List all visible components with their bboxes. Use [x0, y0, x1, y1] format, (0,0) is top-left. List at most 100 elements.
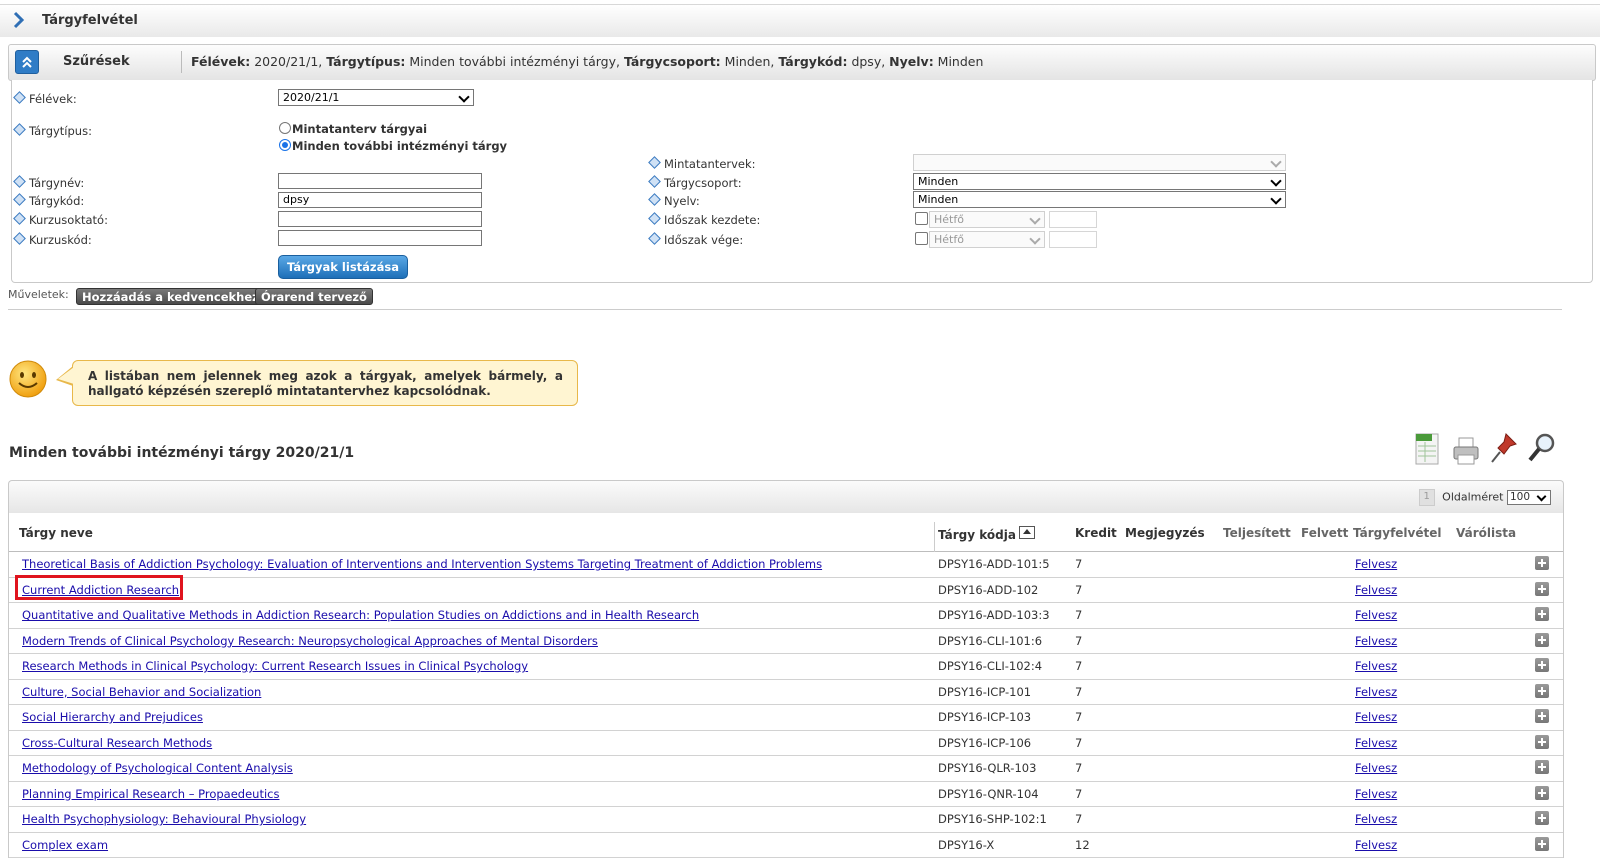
credit: 7	[1075, 684, 1083, 699]
plus-icon[interactable]	[1535, 709, 1549, 723]
subject-code: DPSY16-SHP-102:1	[938, 812, 1047, 826]
col-megjegyzes[interactable]: Megjegyzés	[1125, 526, 1205, 540]
credit: 7	[1075, 812, 1083, 826]
col-varolista[interactable]: Várólista	[1456, 526, 1516, 540]
col-kredit[interactable]: Kredit	[1075, 526, 1117, 540]
kurzuskod-input[interactable]	[278, 230, 482, 246]
collapse-filters-button[interactable]	[15, 50, 39, 74]
plus-icon[interactable]	[1535, 632, 1549, 647]
subject-name-link[interactable]: Quantitative and Qualitative Methods in …	[22, 608, 699, 622]
grid-toolbar: 1 Oldalméret 100	[8, 480, 1564, 513]
subject-name-link[interactable]: Research Methods in Clinical Psychology:…	[22, 659, 528, 673]
enroll-link[interactable]: Felvesz	[1355, 583, 1397, 597]
kurzusoktato-label: Kurzusoktató:	[13, 212, 108, 227]
page-size-label: Oldalméret	[1442, 490, 1504, 504]
enroll-link[interactable]: Felvesz	[1355, 761, 1397, 775]
enroll-link[interactable]: Felvesz	[1355, 710, 1397, 724]
idoszak-vege-day-select[interactable]: Hétfő	[929, 231, 1045, 248]
smiley-icon	[9, 360, 47, 398]
add-favorites-button[interactable]: Hozzáadás a kedvencekhez	[76, 288, 265, 305]
subject-name-link[interactable]: Culture, Social Behavior and Socializati…	[22, 685, 261, 699]
table-row: Planning Empirical Research – Propaedeut…	[9, 782, 1563, 807]
pin-icon[interactable]	[1488, 430, 1520, 468]
summary-key: Tárgycsoport:	[623, 54, 721, 69]
enroll-link[interactable]: Felvesz	[1355, 812, 1397, 826]
summary-value: Minden további intézményi tárgy,	[405, 54, 624, 69]
enroll-link[interactable]: Felvesz	[1355, 685, 1397, 699]
enroll-link[interactable]: Felvesz	[1355, 608, 1397, 622]
summary-value: dpsy,	[847, 54, 890, 69]
credit: 12	[1075, 837, 1090, 852]
enroll-link[interactable]: Felvesz	[1355, 557, 1397, 571]
page-size-select[interactable]: 100	[1507, 490, 1551, 505]
subject-name-link[interactable]: Health Psychophysiology: Behavioural Phy…	[22, 812, 306, 826]
sort-ascending-icon[interactable]	[1018, 526, 1035, 539]
timetable-planner-button[interactable]: Órarend tervező	[255, 288, 373, 305]
divider	[8, 309, 1562, 310]
plus-icon[interactable]	[1535, 658, 1549, 672]
subject-name-link[interactable]: Cross-Cultural Research Methods	[22, 736, 212, 750]
header-divider	[181, 51, 182, 73]
enroll-link[interactable]: Felvesz	[1355, 659, 1397, 673]
plus-icon[interactable]	[1535, 581, 1549, 596]
col-targy-neve[interactable]: Tárgy neve	[19, 526, 93, 540]
col-targyfelvetel[interactable]: Tárgyfelvétel	[1353, 526, 1442, 540]
targynev-input[interactable]	[278, 173, 482, 189]
table-row: Social Hierarchy and Prejudices DPSY16-I…	[9, 705, 1563, 731]
filter-summary: Félévek: 2020/21/1, Tárgytípus: Minden t…	[191, 54, 983, 69]
subject-name-link[interactable]: Modern Trends of Clinical Psychology Res…	[22, 634, 598, 648]
enroll-link[interactable]: Felvesz	[1355, 787, 1397, 801]
plus-icon[interactable]	[1535, 683, 1549, 698]
subject-name-link[interactable]: Planning Empirical Research – Propaedeut…	[22, 787, 279, 801]
felevek-select[interactable]: 2020/21/1	[278, 89, 474, 106]
enroll-link[interactable]: Felvesz	[1355, 634, 1397, 648]
subject-code: DPSY16-CLI-101:6	[938, 633, 1043, 648]
list-subjects-button[interactable]: Tárgyak listázása	[278, 255, 408, 279]
pager: 1 Oldalméret 100	[1418, 489, 1551, 506]
targycsoport-select[interactable]: Minden	[913, 173, 1286, 190]
plus-icon[interactable]	[1535, 556, 1549, 570]
kurzusoktato-input[interactable]	[278, 211, 482, 227]
mintatantervek-select[interactable]	[913, 154, 1286, 171]
col-teljesitett[interactable]: Teljesített	[1223, 526, 1291, 540]
plus-icon[interactable]	[1535, 785, 1549, 800]
enroll-link[interactable]: Felvesz	[1355, 838, 1397, 852]
subject-name-link[interactable]: Complex exam	[22, 838, 108, 852]
nyelv-label: Nyelv:	[648, 193, 700, 208]
subject-name-link[interactable]: Social Hierarchy and Prejudices	[22, 710, 203, 724]
enroll-link[interactable]: Felvesz	[1355, 736, 1397, 750]
filter-header: Szűrések Félévek: 2020/21/1, Tárgytípus:…	[8, 44, 1596, 81]
radio-minden[interactable]: Minden további intézményi tárgy	[279, 139, 507, 153]
diamond-icon	[648, 156, 661, 169]
credit: 7	[1075, 633, 1083, 648]
plus-icon[interactable]	[1535, 607, 1549, 621]
mintatantervek-label: Mintatantervek:	[648, 156, 756, 171]
idoszak-kezdete-time-input[interactable]	[1049, 211, 1097, 228]
page-number[interactable]: 1	[1418, 489, 1435, 506]
plus-icon[interactable]	[1535, 836, 1549, 851]
subject-name-link[interactable]: Theoretical Basis of Addiction Psycholog…	[22, 557, 822, 571]
plus-icon[interactable]	[1535, 734, 1549, 749]
table-row: Theoretical Basis of Addiction Psycholog…	[9, 552, 1563, 578]
plus-icon[interactable]	[1535, 760, 1549, 774]
idoszak-kezdete-checkbox[interactable]	[915, 212, 928, 225]
page-title: Tárgyfelvétel	[42, 13, 138, 28]
col-felvett[interactable]: Felvett	[1301, 526, 1348, 540]
search-icon[interactable]	[1526, 430, 1558, 468]
idoszak-vege-checkbox[interactable]	[915, 232, 928, 245]
radio-mintatanterv[interactable]: Mintatanterv tárgyai	[279, 122, 427, 136]
nyelv-select[interactable]: Minden	[913, 191, 1286, 208]
table-row: Culture, Social Behavior and Socializati…	[9, 680, 1563, 705]
col-targy-kodja[interactable]: Tárgy kódja	[938, 526, 1035, 542]
radio-circle-selected[interactable]	[279, 139, 291, 151]
subject-name-link[interactable]: Methodology of Psychological Content Ana…	[22, 761, 293, 775]
targykod-input[interactable]: dpsy	[278, 192, 482, 208]
column-divider	[934, 522, 935, 552]
table-row: Methodology of Psychological Content Ana…	[9, 756, 1563, 782]
idoszak-kezdete-day-select[interactable]: Hétfő	[929, 211, 1045, 228]
radio-circle[interactable]	[279, 122, 291, 134]
excel-export-icon[interactable]	[1412, 430, 1444, 468]
print-icon[interactable]	[1450, 430, 1482, 468]
plus-icon[interactable]	[1535, 811, 1549, 825]
idoszak-vege-time-input[interactable]	[1049, 231, 1097, 248]
